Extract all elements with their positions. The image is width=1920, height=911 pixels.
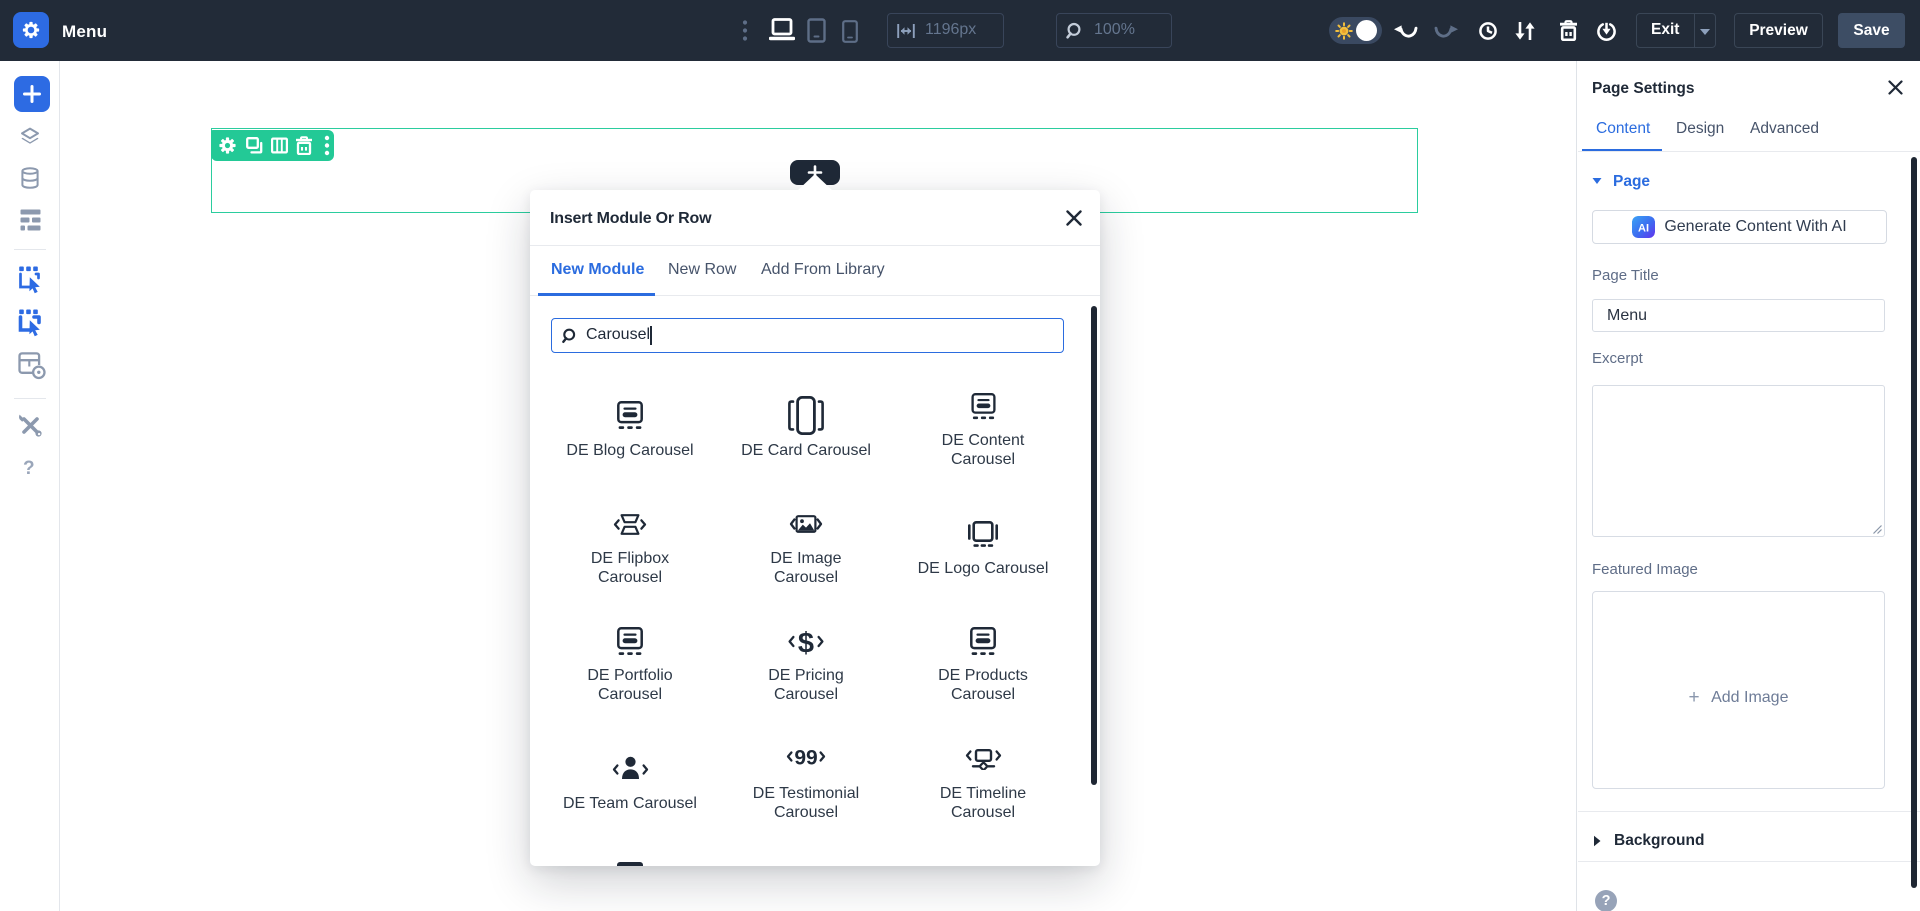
- svg-text:AI: AI: [1638, 223, 1649, 235]
